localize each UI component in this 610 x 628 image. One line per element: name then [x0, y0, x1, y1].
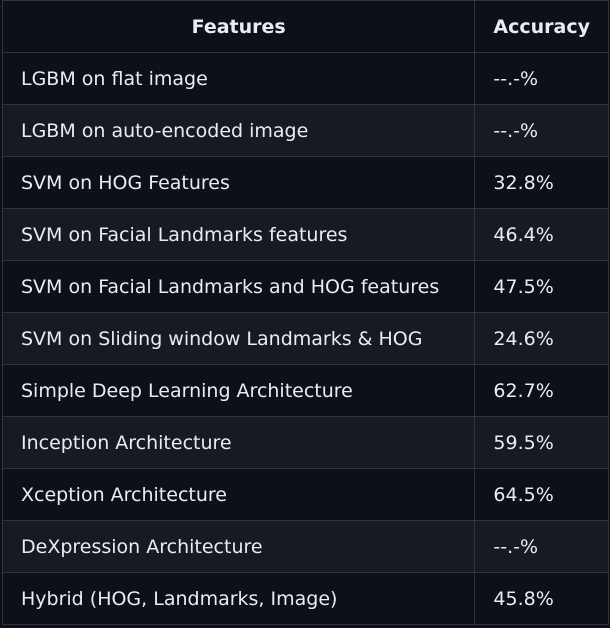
feature-cell: Xception Architecture	[1, 468, 476, 521]
table-row: Xception Architecture 64.5%	[1, 468, 609, 521]
table-row: SVM on Facial Landmarks and HOG features…	[1, 260, 609, 313]
feature-cell: LGBM on flat image	[1, 52, 476, 105]
feature-cell: SVM on Sliding window Landmarks & HOG	[1, 312, 476, 365]
accuracy-cell: 59.5%	[474, 416, 609, 469]
accuracy-cell: --.-%	[474, 104, 609, 157]
accuracy-cell: 64.5%	[474, 468, 609, 521]
feature-cell: SVM on Facial Landmarks features	[1, 208, 476, 261]
feature-cell: Simple Deep Learning Architecture	[1, 364, 476, 417]
accuracy-cell: --.-%	[474, 52, 609, 105]
table-row: DeXpression Architecture --.-%	[1, 520, 609, 573]
table-row: LGBM on auto-encoded image --.-%	[1, 104, 609, 157]
accuracy-cell: 46.4%	[474, 208, 609, 261]
table-row: Simple Deep Learning Architecture 62.7%	[1, 364, 609, 417]
header-features: Features	[1, 0, 476, 53]
feature-cell: LGBM on auto-encoded image	[1, 104, 476, 157]
table-body: LGBM on flat image --.-% LGBM on auto-en…	[1, 52, 609, 625]
table-row: SVM on Sliding window Landmarks & HOG 24…	[1, 312, 609, 365]
feature-cell: SVM on Facial Landmarks and HOG features	[1, 260, 476, 313]
accuracy-cell: 62.7%	[474, 364, 609, 417]
feature-cell: Hybrid (HOG, Landmarks, Image)	[1, 572, 476, 625]
results-table: Features Accuracy LGBM on flat image --.…	[1, 0, 609, 625]
table-row: SVM on Facial Landmarks features 46.4%	[1, 208, 609, 261]
accuracy-cell: 24.6%	[474, 312, 609, 365]
table-row: Hybrid (HOG, Landmarks, Image) 45.8%	[1, 572, 609, 625]
table-row: LGBM on flat image --.-%	[1, 52, 609, 105]
header-row: Features Accuracy	[1, 0, 609, 53]
table-header: Features Accuracy	[1, 0, 609, 53]
feature-cell: DeXpression Architecture	[1, 520, 476, 573]
accuracy-cell: 45.8%	[474, 572, 609, 625]
accuracy-cell: --.-%	[474, 520, 609, 573]
table-row: Inception Architecture 59.5%	[1, 416, 609, 469]
feature-cell: Inception Architecture	[1, 416, 476, 469]
accuracy-cell: 32.8%	[474, 156, 609, 209]
feature-cell: SVM on HOG Features	[1, 156, 476, 209]
table-row: SVM on HOG Features 32.8%	[1, 156, 609, 209]
accuracy-cell: 47.5%	[474, 260, 609, 313]
header-accuracy: Accuracy	[474, 0, 609, 53]
